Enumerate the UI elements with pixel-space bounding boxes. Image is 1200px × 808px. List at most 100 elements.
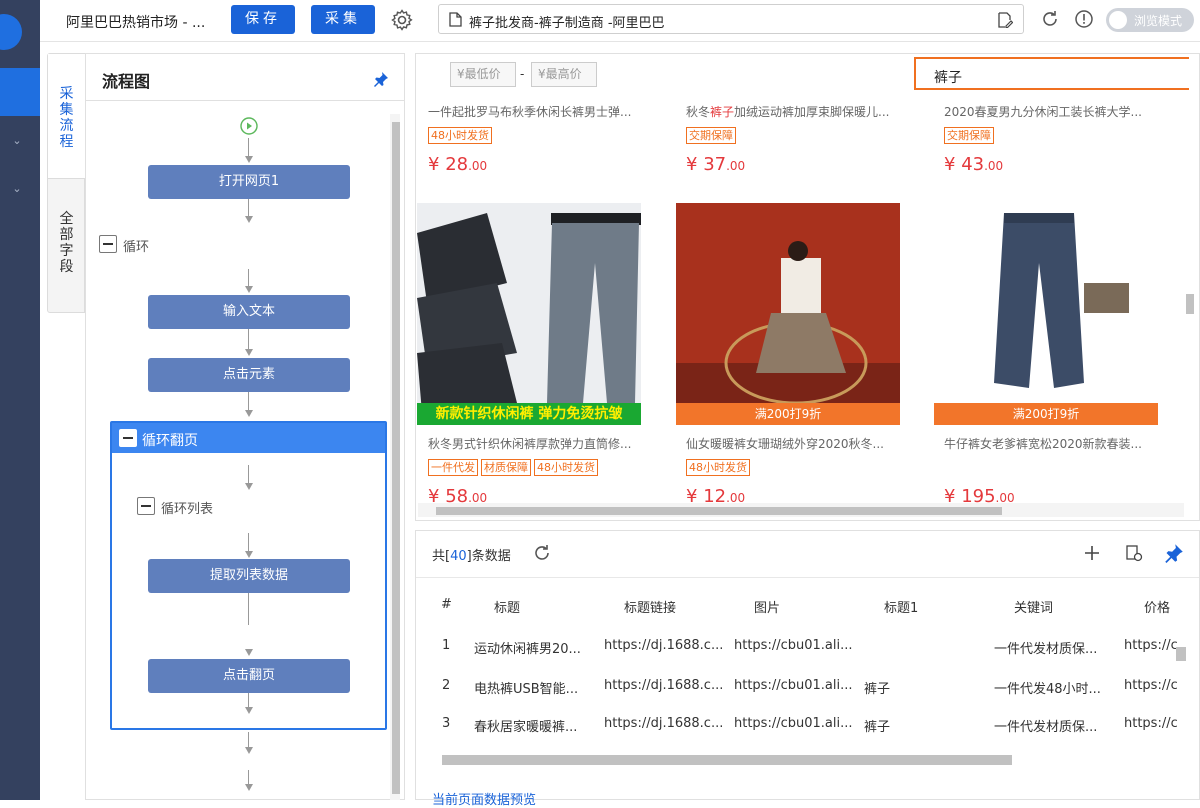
node-click-element[interactable]: 点击元素 bbox=[148, 358, 350, 392]
plus-icon[interactable] bbox=[1082, 543, 1102, 563]
table-cell[interactable]: https://c bbox=[1124, 638, 1178, 653]
product-title[interactable]: 秋冬男式针织休闲裤厚款弹力直筒修... bbox=[428, 435, 631, 452]
tag: 交期保障 bbox=[944, 127, 994, 144]
connector bbox=[248, 732, 249, 748]
left-nav: ⌄ ⌄ bbox=[0, 0, 40, 800]
node-input-text[interactable]: 输入文本 bbox=[148, 295, 350, 329]
table-vscroll-thumb[interactable] bbox=[1176, 647, 1186, 661]
table-cell: 3 bbox=[442, 716, 451, 731]
tab-char: 段 bbox=[59, 259, 74, 275]
table-cell[interactable]: https://dj.1688.c... bbox=[604, 638, 723, 653]
table-cell[interactable]: https://dj.1688.c... bbox=[604, 716, 723, 731]
collapse-loop-paging-button[interactable] bbox=[119, 429, 137, 447]
product-title[interactable]: 仙女暖暖裤女珊瑚绒外穿2020秋冬... bbox=[686, 435, 884, 452]
product-title[interactable]: 一件起批罗马布秋季休闲长裤男士弹... bbox=[428, 103, 631, 120]
node-click-next[interactable]: 点击翻页 bbox=[148, 659, 350, 693]
product-price: ¥ 43.00 bbox=[944, 154, 1004, 175]
table-cell[interactable]: https://cbu01.ali... bbox=[734, 638, 853, 653]
table-cell[interactable]: https://c bbox=[1124, 678, 1178, 693]
data-panel: 共[40]条数据 # 标题 标题链接 图片 标题1 关键词 价格 1 运动休闲裤… bbox=[415, 530, 1200, 808]
loop-paging-label: 循环翻页 bbox=[142, 433, 198, 449]
column-header[interactable]: 标题 bbox=[494, 597, 520, 616]
column-header[interactable]: 图片 bbox=[754, 597, 780, 616]
browser-hscrollbar[interactable] bbox=[418, 503, 1184, 517]
table-cell[interactable]: 裤子 bbox=[864, 716, 890, 735]
product-tags: 48小时发货 bbox=[428, 127, 495, 144]
connector bbox=[248, 770, 249, 784]
table-cell[interactable]: 一件代发48小时... bbox=[994, 678, 1101, 697]
nav-item-active[interactable] bbox=[0, 68, 40, 116]
tab-collect-flow[interactable]: 采 集 流 程 bbox=[48, 54, 85, 178]
collect-button[interactable]: 采集 bbox=[311, 5, 375, 34]
table-hscrollbar[interactable] bbox=[424, 751, 1174, 765]
flow-scrollbar-thumb[interactable] bbox=[392, 122, 400, 794]
pants-image bbox=[676, 203, 900, 425]
gear-icon[interactable] bbox=[390, 8, 414, 32]
browser-hscroll-thumb[interactable] bbox=[436, 507, 1002, 515]
table-cell[interactable]: 裤子 bbox=[864, 678, 890, 697]
table-vscrollbar[interactable] bbox=[1174, 631, 1186, 751]
product-image[interactable]: 满200打9折 bbox=[676, 203, 900, 425]
column-header[interactable]: 标题链接 bbox=[624, 597, 676, 616]
collapse-loop-button[interactable] bbox=[99, 235, 117, 253]
table-cell[interactable]: https://c bbox=[1124, 716, 1178, 731]
node-open-page[interactable]: 打开网页1 bbox=[148, 165, 350, 199]
tab-current-page-preview[interactable]: 当前页面数据预览 bbox=[432, 789, 536, 808]
min-price-input[interactable]: ¥最低价 bbox=[450, 62, 516, 87]
pin-icon[interactable] bbox=[373, 71, 389, 87]
url-text[interactable]: 裤子批发商-裤子制造商 -阿里巴巴 bbox=[469, 12, 665, 31]
product-tags: 交期保障 bbox=[944, 127, 997, 144]
edit-icon[interactable] bbox=[997, 12, 1013, 28]
tab-all-fields[interactable]: 全 部 字 段 bbox=[48, 178, 85, 308]
product-tags: 一件代发 材质保障 48小时发货 bbox=[428, 459, 601, 476]
column-header[interactable]: 标题1 bbox=[884, 597, 918, 616]
play-icon[interactable] bbox=[240, 117, 258, 135]
tag: 48小时发货 bbox=[428, 127, 492, 144]
column-header[interactable]: # bbox=[441, 597, 452, 612]
connector bbox=[248, 138, 249, 158]
arrow bbox=[245, 551, 253, 558]
table-cell[interactable]: 电热裤USB智能... bbox=[474, 678, 578, 697]
product-image[interactable]: 满200打9折 bbox=[934, 203, 1158, 425]
table-cell[interactable]: https://cbu01.ali... bbox=[734, 678, 853, 693]
table-cell[interactable]: https://dj.1688.c... bbox=[604, 678, 723, 693]
product-tags: 交期保障 bbox=[686, 127, 739, 144]
table-cell[interactable]: 一件代发材质保... bbox=[994, 638, 1097, 657]
browse-mode-toggle[interactable]: 浏览模式 bbox=[1106, 8, 1194, 32]
avatar[interactable] bbox=[0, 14, 22, 50]
tab-char: 流 bbox=[59, 118, 74, 134]
collapse-loop-list-button[interactable] bbox=[137, 497, 155, 515]
connector bbox=[248, 533, 249, 551]
table-cell[interactable]: 一件代发材质保... bbox=[994, 716, 1097, 735]
url-bar[interactable]: 裤子批发商-裤子制造商 -阿里巴巴 bbox=[438, 4, 1024, 34]
promo-banner: 满200打9折 bbox=[934, 403, 1158, 425]
arrow bbox=[245, 286, 253, 293]
refresh-icon[interactable] bbox=[1040, 9, 1060, 29]
product-image[interactable]: 新款针织休闲裤 弹力免烫抗皱 bbox=[417, 203, 641, 425]
browser-vscroll-thumb[interactable] bbox=[1186, 294, 1194, 314]
save-button[interactable]: 保存 bbox=[231, 5, 295, 34]
tab-char: 采 bbox=[59, 86, 74, 102]
table-cell[interactable]: 运动休闲裤男20... bbox=[474, 638, 581, 657]
count-prefix: 共[ bbox=[432, 549, 451, 564]
product-title[interactable]: 2020春夏男九分休闲工装长裤大学... bbox=[944, 103, 1142, 120]
table-hscroll-thumb[interactable] bbox=[442, 755, 1012, 765]
column-header[interactable]: 价格 bbox=[1144, 597, 1170, 616]
pin-icon[interactable] bbox=[1164, 543, 1184, 563]
refresh-icon[interactable] bbox=[532, 543, 552, 563]
chevron-down-icon[interactable]: ⌄ bbox=[10, 182, 24, 196]
product-title[interactable]: 秋冬裤子加绒运动裤加厚束脚保暖儿... bbox=[686, 103, 889, 120]
table-cell[interactable]: 春秋居家暖暖裤... bbox=[474, 716, 577, 735]
product-title[interactable]: 牛仔裤女老爹裤宽松2020新款春装... bbox=[944, 435, 1142, 452]
arrow bbox=[245, 747, 253, 754]
settings-doc-icon[interactable] bbox=[1124, 543, 1144, 563]
node-extract-list[interactable]: 提取列表数据 bbox=[148, 559, 350, 593]
table-cell[interactable]: https://cbu01.ali... bbox=[734, 716, 853, 731]
column-header[interactable]: 关键词 bbox=[1014, 597, 1053, 616]
keyword-input[interactable]: 裤子 bbox=[914, 57, 1189, 90]
max-price-input[interactable]: ¥最高价 bbox=[531, 62, 597, 87]
loop-paging-box[interactable]: 循环翻页 循环列表 提取列表数据 点击翻页 bbox=[110, 421, 387, 730]
loop-paging-header[interactable]: 循环翻页 bbox=[112, 423, 385, 453]
chevron-down-icon[interactable]: ⌄ bbox=[10, 134, 24, 148]
info-icon[interactable] bbox=[1074, 9, 1094, 29]
